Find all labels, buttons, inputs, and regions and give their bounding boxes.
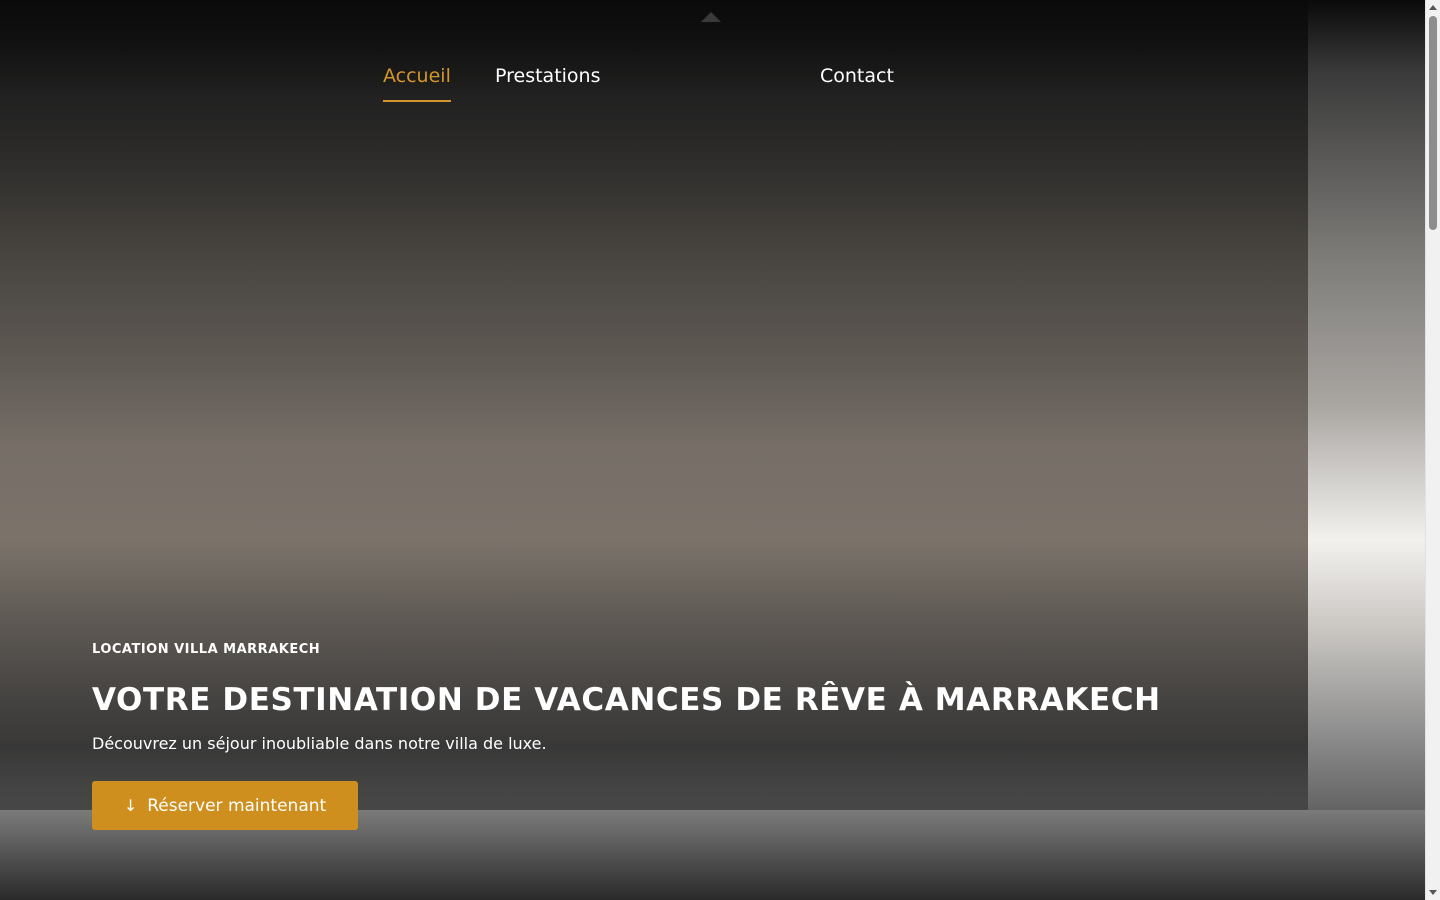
hero-title: VOTRE DESTINATION DE VACANCES DE RÊVE À … [92, 682, 1161, 718]
scroll-down-icon[interactable] [1429, 890, 1437, 895]
hero-subtitle: Découvrez un séjour inoubliable dans not… [92, 734, 547, 753]
page-viewport: Accueil Prestations Contact LOCATION VIL… [0, 0, 1425, 900]
nav-item-prestations[interactable]: Prestations [495, 62, 601, 100]
arrow-down-icon: ↓ [123, 795, 138, 815]
scroll-up-icon[interactable] [1429, 5, 1437, 10]
reserve-button-label: Réserver maintenant [147, 795, 327, 816]
main-nav: Accueil Prestations Contact [0, 62, 1308, 102]
vertical-scrollbar[interactable] [1425, 0, 1440, 900]
hero-content: LOCATION VILLA MARRAKECH VOTRE DESTINATI… [92, 640, 1161, 756]
reserve-button[interactable]: ↓ Réserver maintenant [92, 781, 358, 830]
nav-item-accueil[interactable]: Accueil [383, 62, 451, 102]
hero-eyebrow: LOCATION VILLA MARRAKECH [92, 642, 321, 657]
nav-item-contact[interactable]: Contact [820, 62, 894, 100]
background-right-strip [1308, 0, 1425, 900]
caret-up-icon[interactable] [701, 12, 721, 22]
scrollbar-thumb[interactable] [1429, 16, 1437, 230]
